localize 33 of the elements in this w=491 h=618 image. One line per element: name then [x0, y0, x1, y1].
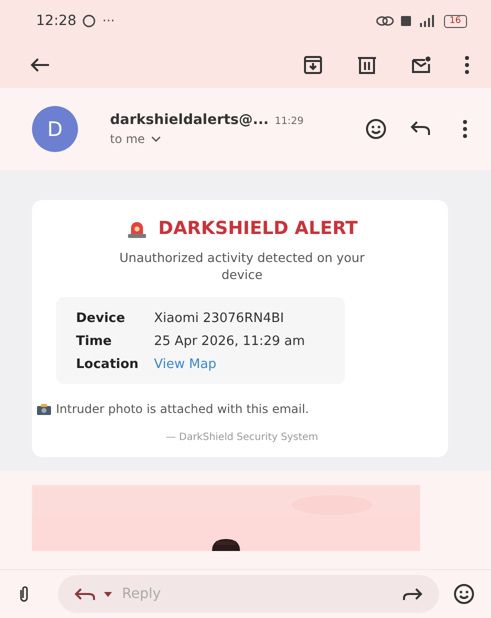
- camera-icon: [36, 403, 52, 415]
- smiley-icon: [453, 583, 475, 605]
- forward-arrow-icon: [403, 587, 423, 601]
- reply-arrow-icon: [74, 587, 96, 601]
- recipient-toggle[interactable]: to me: [110, 132, 161, 146]
- smiley-icon: [365, 118, 387, 140]
- envelope-icon: [411, 55, 431, 75]
- alert-subtitle: Unauthorized activity detected on your device: [118, 249, 366, 283]
- clock-time: 12:28: [36, 13, 76, 29]
- paperclip-icon: [18, 585, 30, 603]
- detail-label: Device: [76, 311, 126, 326]
- detail-value: 25 Apr 2026, 11:29 am: [154, 334, 305, 349]
- detail-value: Xiaomi 23076RN4BI: [154, 311, 284, 326]
- sender-name: darkshieldalerts@...: [110, 112, 269, 128]
- alert-title: DARKSHIELD ALERT: [158, 218, 358, 239]
- message-time: 11:29: [274, 116, 304, 127]
- link-icon: [376, 15, 394, 27]
- back-arrow-icon: [30, 57, 50, 73]
- notification-dots: ···: [102, 14, 115, 28]
- more-icon: [463, 120, 467, 138]
- avatar: D: [32, 106, 78, 152]
- signature: — DarkShield Security System: [166, 432, 318, 443]
- reply-field[interactable]: Reply: [58, 575, 439, 613]
- archive-icon: [303, 55, 323, 75]
- detail-label: Time: [76, 334, 113, 349]
- caret-down-icon: [104, 592, 112, 596]
- attachment-note: Intruder photo is attached with this email.: [56, 402, 309, 416]
- trash-icon: [357, 55, 377, 75]
- chevron-down-icon: [150, 136, 161, 142]
- detail-label: Location: [76, 357, 140, 372]
- more-icon: [465, 56, 469, 74]
- map-link[interactable]: View Map: [154, 357, 216, 372]
- battery-indicator: 16: [444, 14, 467, 28]
